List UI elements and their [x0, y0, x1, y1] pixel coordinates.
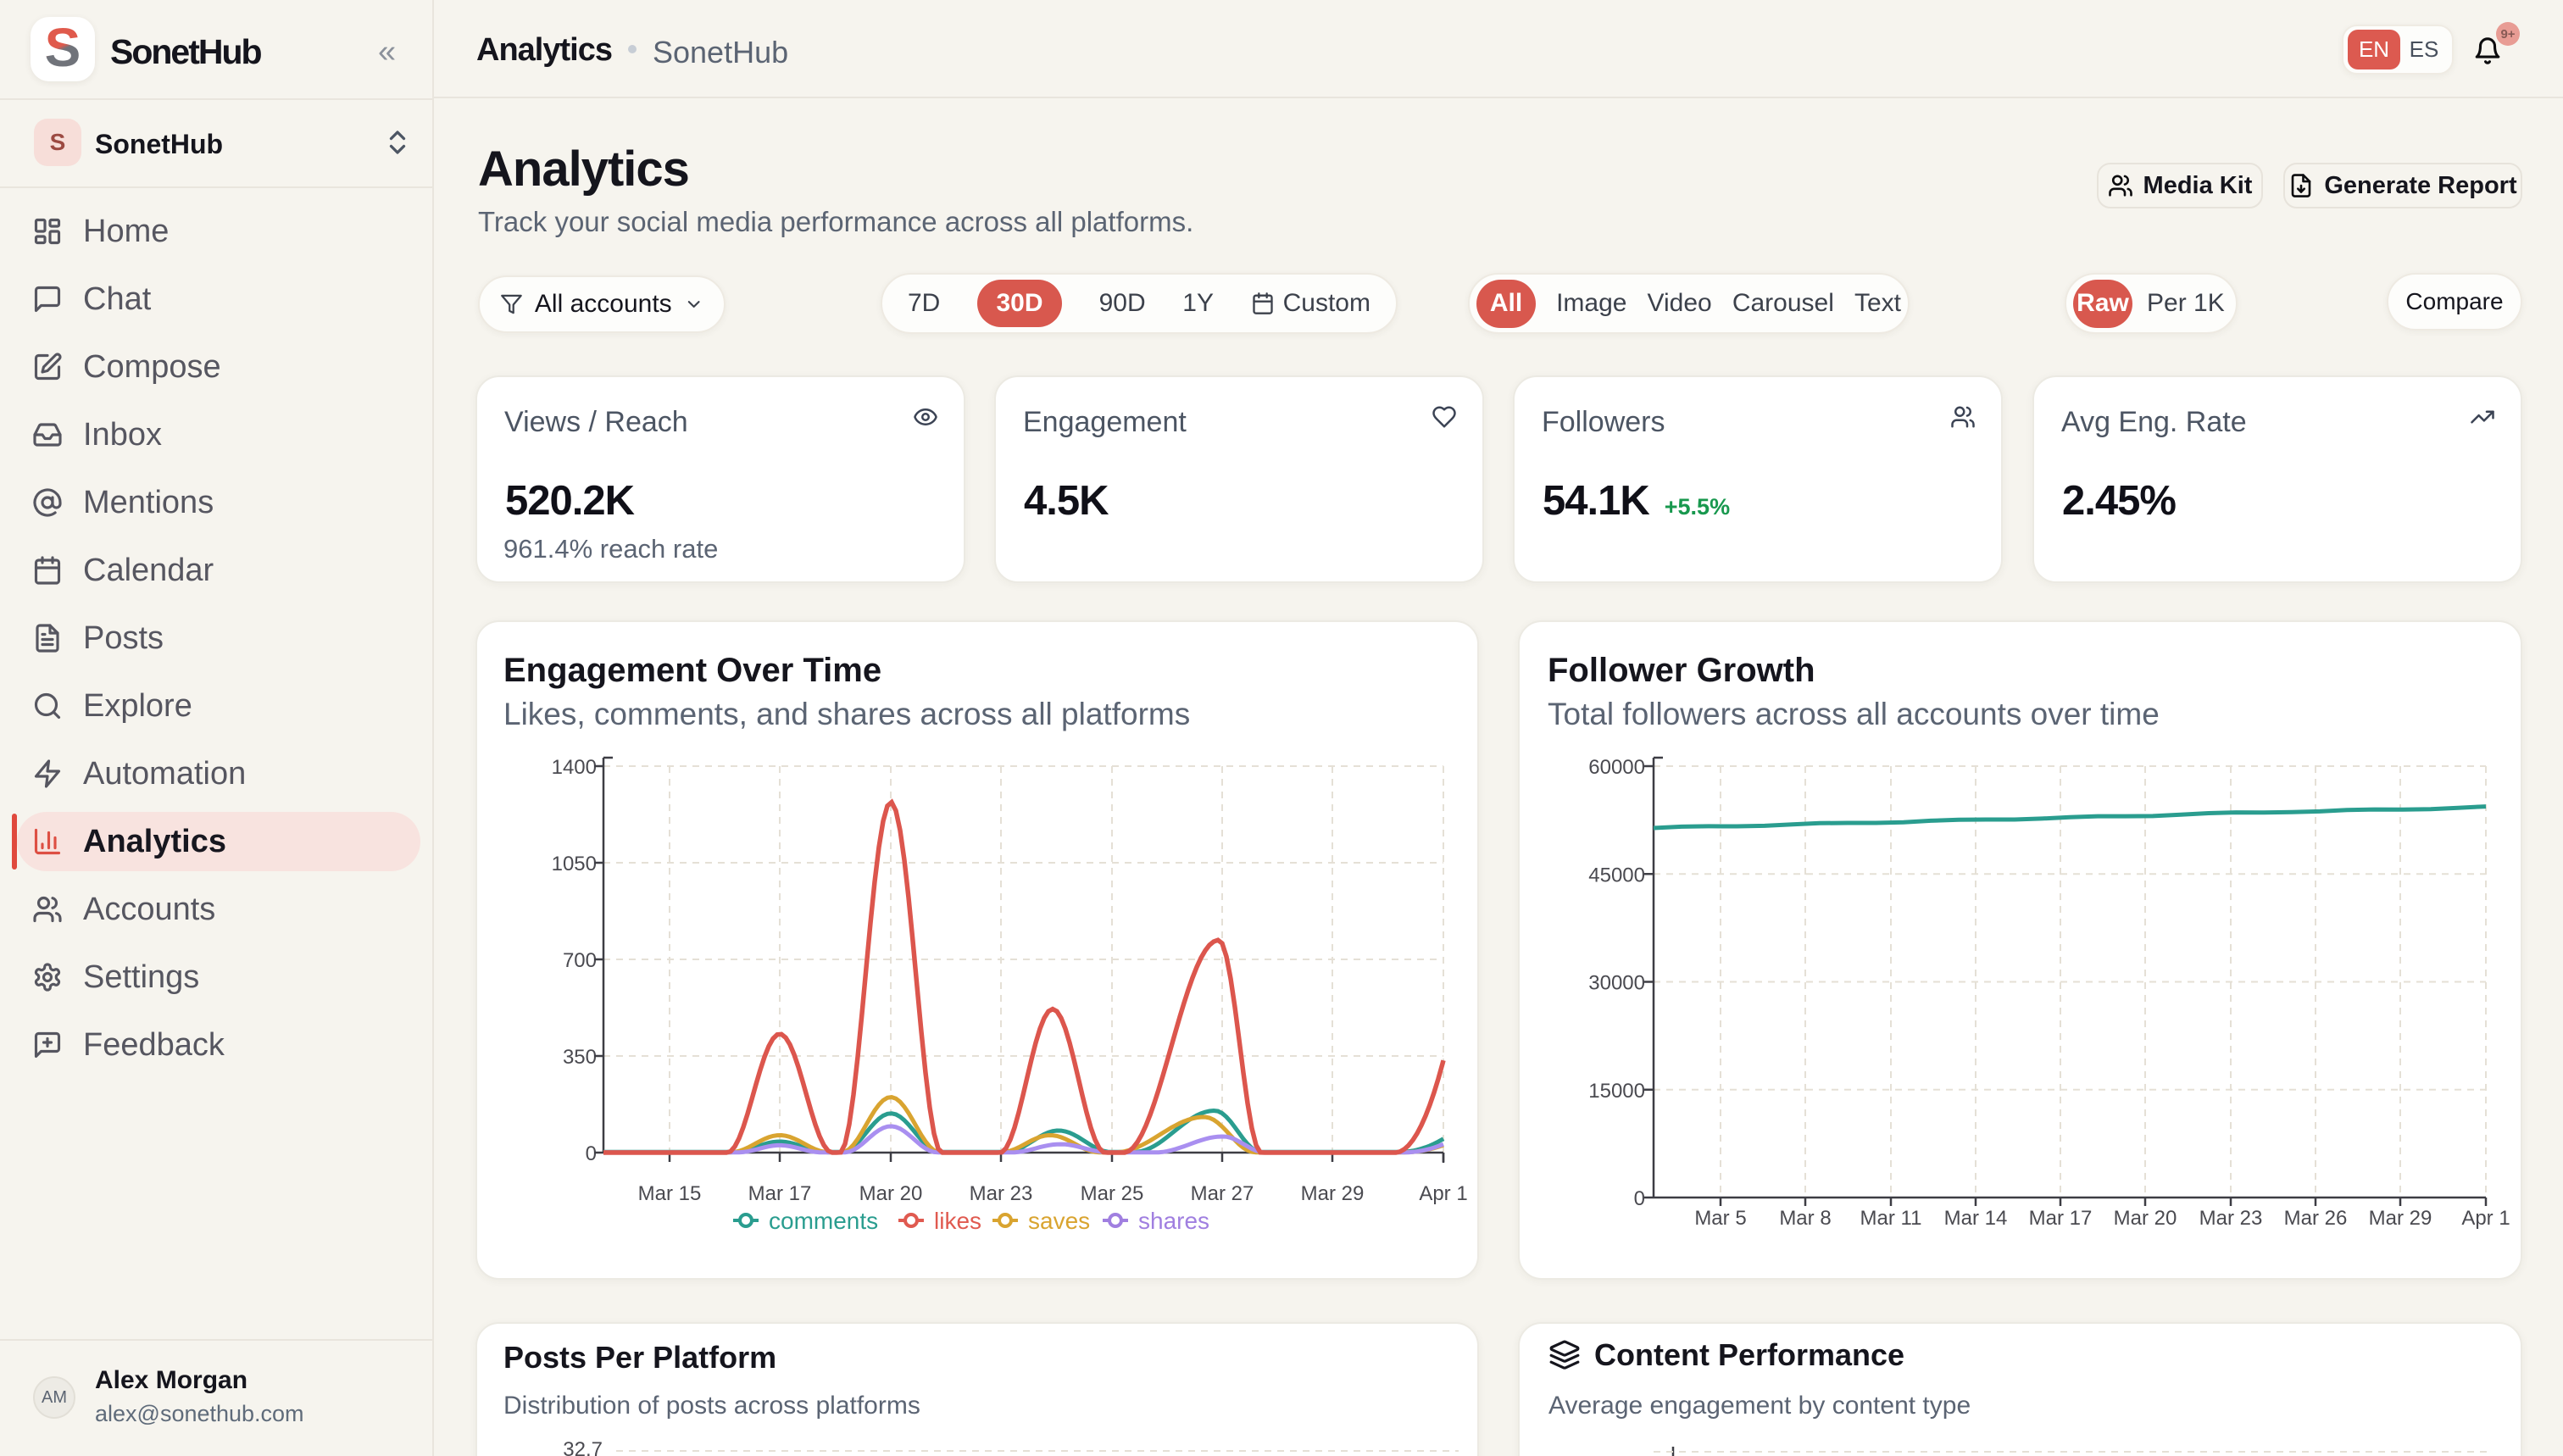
svg-text:Apr 1: Apr 1: [2461, 1207, 2510, 1230]
svg-text:Mar 27: Mar 27: [1191, 1182, 1254, 1205]
svg-text:Mar 5: Mar 5: [1694, 1207, 1746, 1230]
svg-text:32.7: 32.7: [563, 1438, 603, 1456]
svg-text:Mar 14: Mar 14: [1944, 1207, 2008, 1230]
svg-text:15000: 15000: [1588, 1080, 1645, 1103]
svg-text:45000: 45000: [1588, 864, 1645, 886]
svg-text:Mar 29: Mar 29: [2369, 1207, 2432, 1230]
svg-text:Mar 8: Mar 8: [1779, 1207, 1831, 1230]
svg-text:700: 700: [563, 949, 597, 972]
svg-text:Mar 20: Mar 20: [2114, 1207, 2177, 1230]
svg-text:Apr 1: Apr 1: [1419, 1182, 1467, 1205]
svg-text:0: 0: [1634, 1187, 1645, 1210]
svg-text:Mar 23: Mar 23: [970, 1182, 1033, 1205]
svg-text:0: 0: [586, 1142, 597, 1165]
svg-text:comments: comments: [769, 1208, 878, 1234]
svg-text:Mar 26: Mar 26: [2284, 1207, 2348, 1230]
svg-text:likes: likes: [934, 1208, 981, 1234]
svg-text:350: 350: [563, 1046, 597, 1069]
svg-text:1050: 1050: [552, 853, 597, 875]
svg-text:Mar 20: Mar 20: [859, 1182, 923, 1205]
svg-text:Mar 15: Mar 15: [638, 1182, 702, 1205]
svg-text:Mar 17: Mar 17: [748, 1182, 812, 1205]
svg-text:30000: 30000: [1588, 972, 1645, 995]
svg-text:saves: saves: [1028, 1208, 1090, 1234]
svg-text:60000: 60000: [1588, 756, 1645, 779]
svg-text:Mar 17: Mar 17: [2029, 1207, 2093, 1230]
svg-text:Mar 23: Mar 23: [2199, 1207, 2263, 1230]
svg-text:Mar 11: Mar 11: [1860, 1207, 1922, 1230]
svg-text:1400: 1400: [552, 756, 597, 779]
svg-text:Mar 29: Mar 29: [1301, 1182, 1365, 1205]
svg-text:Mar 25: Mar 25: [1081, 1182, 1144, 1205]
svg-text:shares: shares: [1138, 1208, 1209, 1234]
